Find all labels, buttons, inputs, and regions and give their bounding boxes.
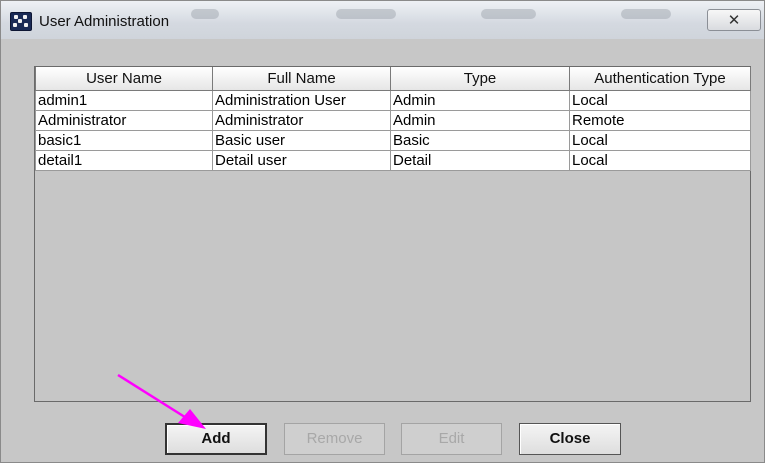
background-blur (481, 9, 536, 19)
table-row[interactable]: admin1 Administration User Admin Local (35, 89, 751, 111)
table-row[interactable]: detail1 Detail user Detail Local (35, 149, 751, 171)
close-icon: ✕ (727, 11, 741, 29)
users-table: User Name Full Name Type Authentication … (35, 67, 751, 171)
cell-full-name: Administrator (212, 109, 391, 131)
background-blur (621, 9, 671, 19)
cell-full-name: Administration User (212, 89, 391, 111)
annotation-arrow-shaft (117, 373, 189, 421)
annotation-arrow-icon (117, 373, 206, 429)
background-blur (336, 9, 396, 19)
close-button[interactable]: Close (519, 423, 621, 455)
cell-user-name: detail1 (35, 149, 213, 171)
annotation-arrow-head (178, 409, 206, 429)
user-administration-window: User Administration ✕ User Name Full Nam… (0, 0, 765, 463)
cell-type: Admin (390, 89, 570, 111)
title-bar[interactable]: User Administration ✕ (1, 1, 764, 39)
cell-authentication-type: Remote (569, 109, 751, 131)
table-row[interactable]: basic1 Basic user Basic Local (35, 129, 751, 151)
cell-authentication-type: Local (569, 149, 751, 171)
column-header-user-name[interactable]: User Name (35, 67, 213, 91)
cell-type: Basic (390, 129, 570, 151)
remove-button[interactable]: Remove (284, 423, 385, 455)
cell-user-name: basic1 (35, 129, 213, 151)
cell-full-name: Detail user (212, 149, 391, 171)
table-header-row: User Name Full Name Type Authentication … (35, 67, 751, 91)
table-row[interactable]: Administrator Administrator Admin Remote (35, 109, 751, 131)
cell-authentication-type: Local (569, 129, 751, 151)
cell-type: Admin (390, 109, 570, 131)
window-title: User Administration (39, 13, 170, 30)
app-icon (10, 12, 32, 31)
cell-authentication-type: Local (569, 89, 751, 111)
window-close-button[interactable]: ✕ (707, 9, 761, 31)
edit-button[interactable]: Edit (401, 423, 502, 455)
background-blur (191, 9, 219, 19)
users-table-container: User Name Full Name Type Authentication … (34, 66, 751, 402)
column-header-full-name[interactable]: Full Name (212, 67, 391, 91)
column-header-type[interactable]: Type (390, 67, 570, 91)
cell-full-name: Basic user (212, 129, 391, 151)
column-header-authentication-type[interactable]: Authentication Type (569, 67, 751, 91)
cell-user-name: Administrator (35, 109, 213, 131)
cell-type: Detail (390, 149, 570, 171)
cell-user-name: admin1 (35, 89, 213, 111)
